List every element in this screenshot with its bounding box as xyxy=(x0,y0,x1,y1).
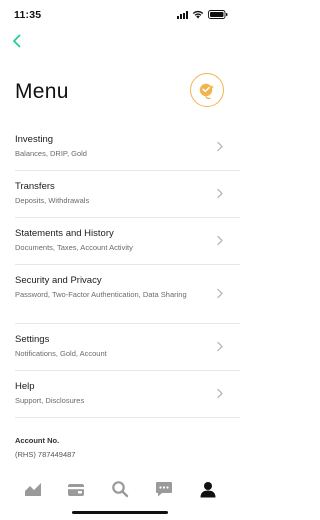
menu-item-subtitle: Deposits, Withdrawals xyxy=(15,196,90,205)
menu-item-label: Security and Privacy xyxy=(15,275,102,286)
menu-item-investing[interactable]: Investing Balances, DRIP, Gold xyxy=(0,124,240,171)
status-bar: 11:35 xyxy=(0,0,240,26)
tab-account[interactable] xyxy=(194,478,222,500)
tab-chat[interactable] xyxy=(150,478,178,500)
home-indicator xyxy=(72,511,168,514)
search-icon xyxy=(112,481,129,498)
chevron-right-icon xyxy=(217,141,223,152)
page-title: Menu xyxy=(15,80,69,103)
status-icons xyxy=(177,10,228,19)
menu-item-label: Settings xyxy=(15,334,50,345)
chevron-left-icon xyxy=(13,34,21,48)
tab-search[interactable] xyxy=(106,478,134,500)
menu-item-label: Investing xyxy=(15,134,54,145)
cellular-signal-icon xyxy=(177,10,188,19)
menu-list: Investing Balances, DRIP, Gold Transfers… xyxy=(0,124,240,418)
menu-item-label: Help xyxy=(15,381,35,392)
chat-icon xyxy=(156,481,172,496)
menu-item-security-privacy[interactable]: Security and Privacy Password, Two-Facto… xyxy=(0,265,240,324)
account-info: Account No. (RHS) 787449487 xyxy=(15,436,75,459)
menu-item-transfers[interactable]: Transfers Deposits, Withdrawals xyxy=(0,171,240,218)
status-time: 11:35 xyxy=(14,9,42,21)
battery-icon xyxy=(208,10,228,19)
chevron-right-icon xyxy=(217,341,223,352)
menu-item-subtitle: Balances, DRIP, Gold xyxy=(15,149,87,158)
chevron-right-icon xyxy=(217,188,223,199)
chart-icon xyxy=(25,483,41,496)
back-button[interactable] xyxy=(9,33,25,49)
menu-item-label: Transfers xyxy=(15,181,55,192)
tab-bar xyxy=(0,466,240,520)
menu-item-subtitle: Support, Disclosures xyxy=(15,396,85,405)
menu-item-statements-history[interactable]: Statements and History Documents, Taxes,… xyxy=(0,218,240,265)
menu-item-subtitle: Notifications, Gold, Account xyxy=(15,349,107,358)
person-icon xyxy=(200,481,216,497)
avatar[interactable] xyxy=(190,73,224,107)
chevron-right-icon xyxy=(217,288,223,299)
menu-item-settings[interactable]: Settings Notifications, Gold, Account xyxy=(0,324,240,371)
tab-wallet[interactable] xyxy=(62,478,90,500)
tab-chart[interactable] xyxy=(19,478,47,500)
chevron-right-icon xyxy=(217,388,223,399)
menu-item-subtitle: Password, Two-Factor Authentication, Dat… xyxy=(15,290,187,299)
account-label: Account No. xyxy=(15,436,60,445)
menu-item-label: Statements and History xyxy=(15,228,114,239)
menu-item-subtitle: Documents, Taxes, Account Activity xyxy=(15,243,133,252)
account-number: (RHS) 787449487 xyxy=(15,450,76,459)
menu-item-help[interactable]: Help Support, Disclosures xyxy=(0,371,240,418)
chevron-right-icon xyxy=(217,235,223,246)
gold-badge-icon xyxy=(199,83,214,99)
wifi-icon xyxy=(192,10,204,19)
wallet-icon xyxy=(68,483,84,496)
